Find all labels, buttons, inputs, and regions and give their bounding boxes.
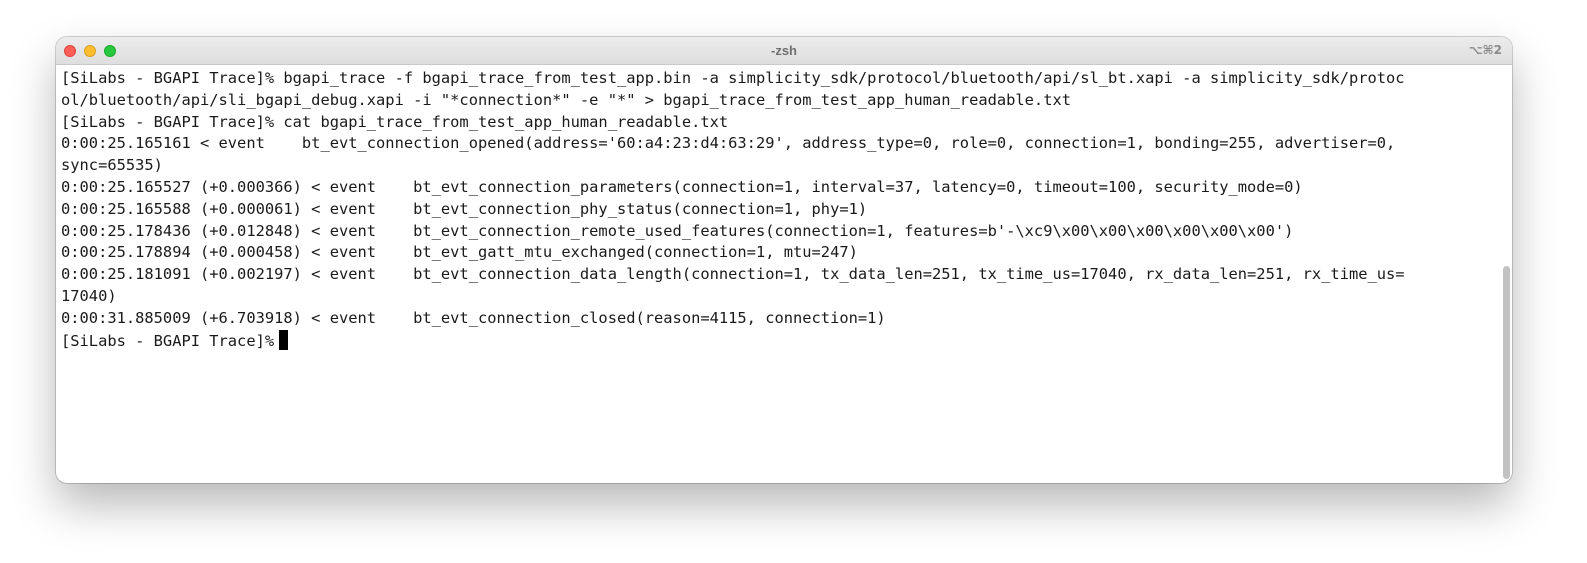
terminal-line: ol/bluetooth/api/sli_bgapi_debug.xapi -i… [61, 90, 1071, 109]
terminal-line: 17040) [61, 286, 117, 305]
terminal-line: 0:00:25.165161 < event bt_evt_connection… [61, 134, 1396, 153]
terminal-line: 0:00:31.885009 (+6.703918) < event bt_ev… [61, 308, 886, 327]
shell-prompt: [SiLabs - BGAPI Trace]% [61, 331, 275, 350]
terminal-line: 0:00:25.181091 (+0.002197) < event bt_ev… [61, 265, 1405, 284]
terminal-line: 0:00:25.178436 (+0.012848) < event bt_ev… [61, 221, 1294, 240]
terminal-line: 0:00:25.165527 (+0.000366) < event bt_ev… [61, 177, 1303, 196]
window-shortcut: ⌥⌘2 [1468, 43, 1502, 57]
prompt-line[interactable]: [SiLabs - BGAPI Trace]% [61, 329, 1497, 352]
window-title: -zsh [771, 43, 797, 58]
terminal-line: [SiLabs - BGAPI Trace]% bgapi_trace -f b… [61, 69, 1405, 87]
terminal-output[interactable]: [SiLabs - BGAPI Trace]% bgapi_trace -f b… [61, 68, 1497, 483]
terminal-window: -zsh ⌥⌘2 [SiLabs - BGAPI Trace]% bgapi_t… [56, 37, 1512, 483]
vertical-scrollbar[interactable] [1503, 266, 1510, 479]
title-bar[interactable]: -zsh ⌥⌘2 [56, 37, 1512, 65]
terminal-line: 0:00:25.165588 (+0.000061) < event bt_ev… [61, 199, 868, 218]
terminal-line: [SiLabs - BGAPI Trace]% cat bgapi_trace_… [61, 112, 729, 131]
terminal-line: 0:00:25.178894 (+0.000458) < event bt_ev… [61, 243, 858, 262]
text-cursor [279, 329, 289, 350]
terminal-line: sync=65535) [61, 156, 163, 175]
